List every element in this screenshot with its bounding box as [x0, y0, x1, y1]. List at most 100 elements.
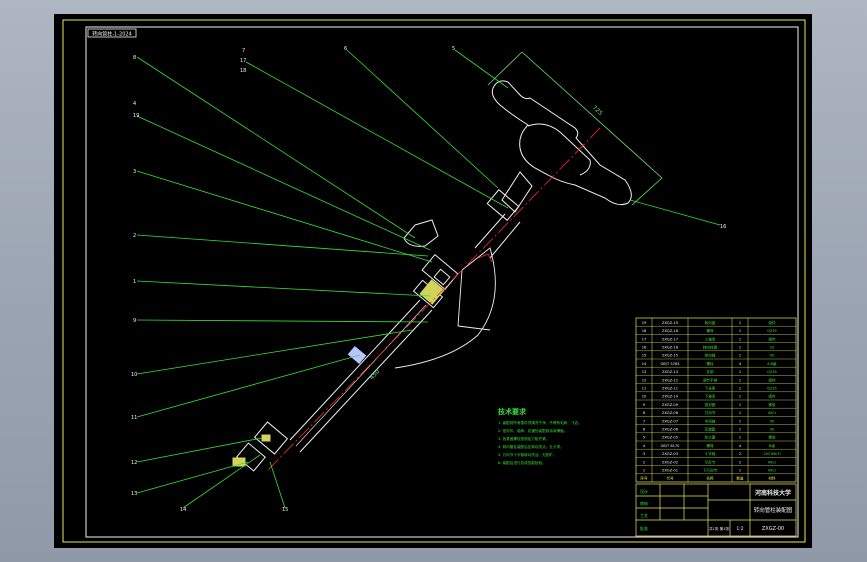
parts-list-cell: 下轴承: [705, 394, 716, 399]
tech-req-item: 3. 各紧固螺栓按规定力矩拧紧。: [498, 436, 549, 441]
parts-list-cell: 1: [643, 469, 645, 473]
parts-list-cell: 45: [770, 419, 775, 423]
parts-list-cell: 调节手柄: [703, 377, 718, 382]
parts-list-cell: 8.8级: [767, 361, 777, 366]
parts-list-cell: GB/T 5783: [661, 362, 680, 366]
parts-list-header-cell: 名称: [706, 476, 714, 481]
tech-req-item: 4. 转向管柱装配后应转动灵活，无卡滞。: [498, 444, 564, 449]
callout: 19: [133, 113, 139, 119]
parts-list-cell: ZXGZ-05: [662, 436, 678, 440]
parts-list-cell: 橡胶: [768, 402, 776, 407]
parts-list-cell: 防尘罩: [705, 435, 716, 440]
parts-list-cell: ZXGZ-16: [662, 346, 679, 350]
parts-list-cell: Q235: [767, 370, 777, 374]
tb-row-label: 设计: [640, 488, 648, 494]
callout: 8: [133, 55, 136, 61]
parts-list-cell: 13: [642, 370, 647, 374]
callout: 5: [452, 46, 455, 52]
parts-list-cell: ZXGZ-10: [662, 395, 679, 399]
parts-list-cell: 螺母: [706, 328, 714, 333]
tech-req-title: 技术要求: [498, 407, 527, 416]
parts-list-cell: 40Cr: [768, 460, 777, 464]
parts-list-cell: 转向柱管: [703, 345, 718, 350]
parts-list-cell: 中间轴: [705, 418, 716, 423]
parts-list-cell: 12: [642, 378, 647, 382]
parts-list-cell: 组件: [768, 394, 776, 399]
parts-list-table: 19 ZXGZ-19 转向盘 1 组件18 ZXGZ-18 螺母 1 Q23517 ZXGZ-17…: [635, 317, 797, 483]
parts-list-cell: 1: [739, 419, 741, 423]
parts-list-cell: ZXGZ-18: [662, 329, 679, 333]
parts-list-cell: 16: [642, 346, 647, 350]
parts-list-cell: 2: [643, 460, 645, 464]
parts-list-cell: GB/T 6170: [661, 444, 681, 448]
callout: 7: [242, 48, 245, 54]
parts-list-cell: Q235: [767, 329, 777, 333]
drawing-scale: 1:2: [736, 526, 743, 532]
parts-list-cell: ZXGZ-09: [662, 403, 679, 407]
parts-list-cell: 20: [770, 346, 775, 350]
callout: 6: [344, 46, 347, 52]
parts-list-cell: 组件: [768, 377, 776, 382]
callout: 11: [131, 415, 137, 421]
parts-list-cell: 橡胶: [768, 435, 776, 440]
stamp-text: 转向管柱-1-2024: [92, 31, 132, 38]
parts-list-cell: 万向节: [705, 410, 716, 415]
parts-list-cell: 转向盘: [705, 320, 716, 325]
parts-list-cell: 螺栓: [706, 361, 714, 366]
callout: 17: [240, 58, 246, 64]
drawing-name: 转向管柱装配图: [754, 506, 793, 514]
callout: 2: [133, 233, 136, 239]
parts-list-cell: ZXGZ-11: [662, 387, 678, 391]
parts-list-cell: 1: [739, 411, 741, 415]
parts-list-cell: 1: [739, 428, 741, 432]
parts-list-cell: 密封圈: [705, 402, 716, 407]
callout: 18: [240, 68, 246, 74]
drawing-viewport[interactable]: 转向管柱-1-2024 7 2 5 450 8 7 6 5 4 3 2 1 9 10…: [0, 0, 867, 562]
callout: 13: [131, 491, 137, 497]
parts-list-cell: 18: [642, 329, 647, 333]
parts-list-cell: 组件: [768, 336, 776, 341]
parts-list-cell: 1: [739, 403, 741, 407]
parts-list-cell: ZXGZ-13: [662, 370, 678, 374]
parts-list-cell: 螺母: [706, 443, 714, 448]
parts-list-cell: ZXGZ-07: [662, 419, 678, 423]
parts-list-cell: 11: [642, 387, 647, 391]
parts-list-cell: 1: [739, 337, 741, 341]
callout: 1: [133, 279, 136, 285]
parts-list-cell: ZXGZ-15: [662, 354, 678, 358]
parts-list-cell: 3: [643, 452, 645, 456]
parts-list-header-cell: 序号: [640, 476, 648, 481]
parts-list-cell: ZXGZ-12: [662, 378, 678, 382]
parts-list-cell: 20CrMnTi: [763, 452, 780, 456]
tech-req-item: 6. 装配后进行总成性能检验。: [498, 460, 546, 465]
drawing-sheet-count: 共1张 第1张: [709, 526, 729, 531]
parts-list-cell: 40Cr: [768, 469, 777, 473]
parts-list-cell: 1: [739, 387, 741, 391]
parts-list-cell: ZXGZ-08: [662, 411, 679, 415]
parts-list-cell: 上轴承: [705, 336, 716, 341]
parts-list-cell: 1: [739, 354, 741, 358]
parts-list-cell: 2: [739, 452, 741, 456]
parts-list-cell: 叉形节: [705, 459, 716, 464]
parts-list-cell: ZXGZ-03: [662, 452, 678, 456]
parts-list-cell: 7: [643, 419, 645, 423]
parts-list-cell: 17: [642, 337, 647, 341]
callout: 15: [282, 507, 288, 513]
parts-list-cell: Q235: [767, 387, 777, 391]
parts-list-header-cell: 代号: [666, 476, 674, 481]
parts-list-cell: 1: [739, 395, 741, 399]
parts-list-cell: 下万向节: [703, 468, 718, 473]
school-name: 河南科技大学: [755, 489, 791, 497]
tb-row-label: 批准: [640, 525, 648, 531]
tech-req-item: 5. 万向节十字轴转动灵活，无松旷。: [498, 452, 556, 457]
parts-list-header-cell: 材料: [768, 476, 776, 481]
callout: 16: [720, 224, 726, 230]
parts-list-cell: 10: [642, 395, 647, 399]
parts-list-cell: 支架: [706, 369, 714, 374]
parts-list-cell: ZXGZ-01: [662, 469, 678, 473]
callout: 14: [180, 507, 186, 513]
parts-list-cell: 40Cr: [768, 411, 777, 415]
parts-list-cell: 转向轴: [705, 353, 716, 358]
parts-list-cell: 45: [770, 428, 775, 432]
tech-req-item: 2. 密封件、轴承、花键处装配前涂润滑脂。: [498, 428, 567, 433]
